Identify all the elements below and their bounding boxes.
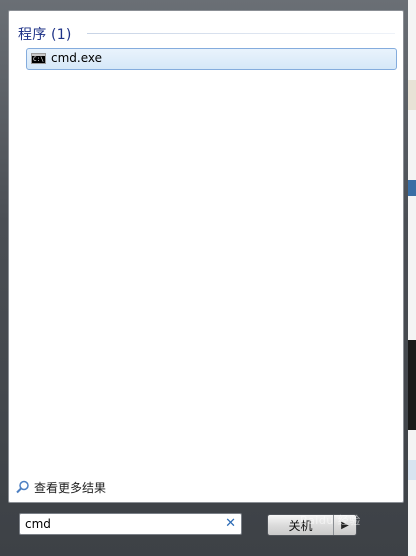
search-box[interactable]: ✕	[19, 513, 242, 535]
shutdown-options-arrow-icon[interactable]: ▶	[334, 515, 356, 535]
cmd-icon: C:\	[31, 53, 46, 64]
background-block	[408, 340, 416, 430]
background-block	[408, 80, 416, 110]
programs-group-header: 程序 (1)	[18, 27, 72, 43]
see-more-label: 查看更多结果	[34, 480, 107, 495]
background-window-strip	[408, 0, 416, 556]
background-block	[408, 180, 416, 196]
search-icon	[16, 480, 29, 494]
result-item-cmd[interactable]: C:\ cmd.exe	[26, 48, 397, 70]
shutdown-button-group: 关机 ▶	[267, 514, 357, 536]
search-results-pane: 程序 (1) C:\ cmd.exe	[8, 10, 404, 503]
result-item-label: cmd.exe	[51, 51, 103, 65]
clear-search-icon[interactable]: ✕	[225, 516, 236, 532]
start-menu-frame: 程序 (1) C:\ cmd.exe 查看更多结果 ✕ 关机 ▶ Baidu 经…	[0, 0, 409, 556]
background-block	[408, 460, 416, 480]
shutdown-button[interactable]: 关机	[268, 515, 334, 535]
see-more-results-link[interactable]: 查看更多结果	[16, 478, 106, 496]
search-input[interactable]	[25, 516, 215, 532]
group-divider	[87, 33, 395, 34]
